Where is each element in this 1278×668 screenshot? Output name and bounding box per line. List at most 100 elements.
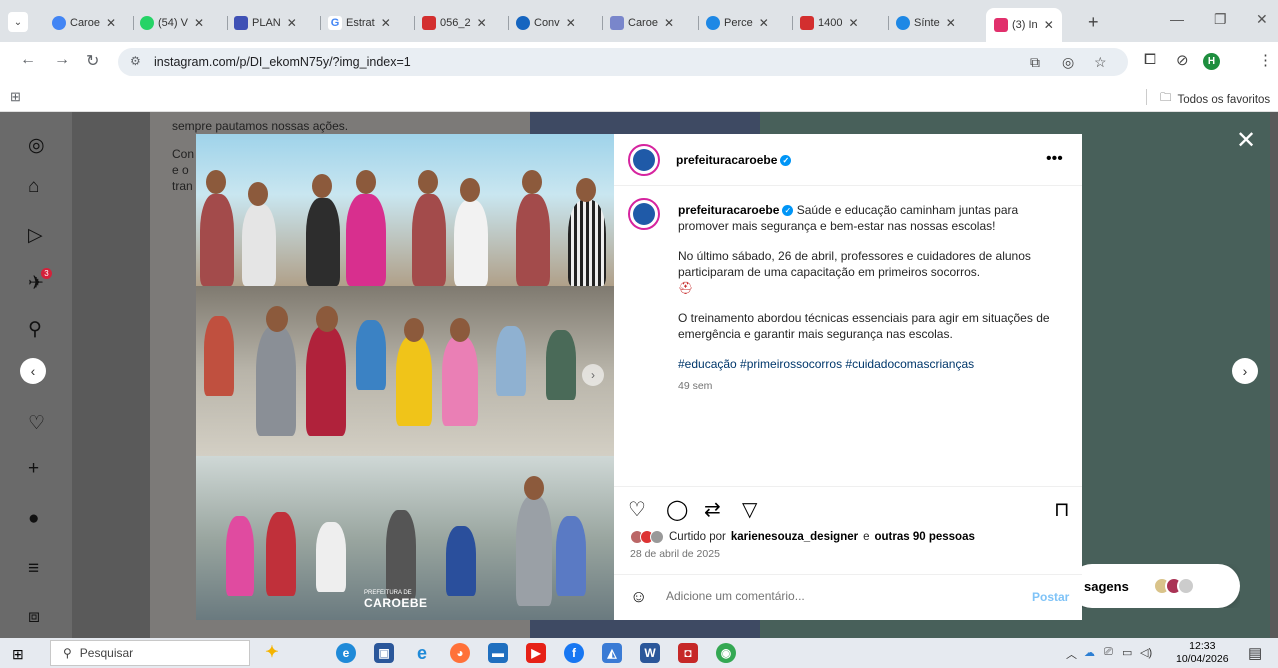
media-icon[interactable]: ▣ xyxy=(374,643,394,663)
close-tab-icon[interactable]: ✕ xyxy=(1044,18,1054,32)
eye-off-icon[interactable]: ◎ xyxy=(1062,54,1074,71)
mcafee-icon[interactable]: ◘ xyxy=(678,643,698,663)
chrome-icon[interactable]: ◉ xyxy=(716,643,736,663)
star-icon[interactable]: ☆ xyxy=(1094,54,1107,71)
taskbar-search-placeholder: Pesquisar xyxy=(79,646,134,660)
liker-avatars xyxy=(630,530,664,544)
address-bar[interactable]: ⚙ instagram.com/p/DI_ekomN75y/?img_index… xyxy=(118,48,1128,76)
close-modal-icon[interactable]: ✕ xyxy=(1236,126,1256,155)
create-icon[interactable]: + xyxy=(28,458,39,480)
tab-4[interactable]: G Estrat ✕ xyxy=(328,12,391,34)
battery-icon[interactable]: ▭ xyxy=(1122,646,1132,659)
caption-avatar[interactable] xyxy=(628,198,660,230)
share-icon[interactable]: ▽ xyxy=(742,497,757,522)
word-icon[interactable]: W xyxy=(640,643,660,663)
emoji-icon[interactable]: ☺ xyxy=(630,587,647,607)
volume-icon[interactable]: ◁) xyxy=(1140,646,1152,659)
post-comment-button[interactable]: Postar xyxy=(1032,590,1069,604)
firefox-icon[interactable]: ◕ xyxy=(450,643,470,663)
tab-6[interactable]: Conv ✕ xyxy=(516,12,576,34)
caption-username[interactable]: prefeituracaroebe xyxy=(678,203,779,217)
comment-input[interactable] xyxy=(666,589,996,603)
like-icon[interactable]: ♡ xyxy=(628,497,646,522)
profile-avatar[interactable]: H xyxy=(1203,53,1220,70)
tab-9[interactable]: 1400 ✕ xyxy=(800,12,859,34)
caption-paragraph-3: O treinamento abordou técnicas essenciai… xyxy=(678,311,1050,341)
url-text[interactable]: instagram.com/p/DI_ekomN75y/?img_index=1 xyxy=(154,55,411,69)
site-info-icon[interactable]: ⚙ xyxy=(130,54,141,68)
hashtags[interactable]: #educação #primeirossocorros #cuidadocom… xyxy=(678,356,1058,372)
instagram-logo-icon[interactable]: ◎ xyxy=(28,134,45,157)
minimize-icon[interactable]: — xyxy=(1170,11,1184,27)
post-header: prefeituracaroebe ✓ ••• xyxy=(614,134,1082,186)
reels-icon[interactable]: ▷ xyxy=(28,224,43,247)
tab-7[interactable]: Caroe ✕ xyxy=(610,12,674,34)
internet-explorer-icon[interactable]: e xyxy=(412,643,432,663)
close-tab-icon[interactable]: ✕ xyxy=(477,16,487,30)
author-username[interactable]: prefeituracaroebe ✓ xyxy=(676,153,792,167)
tab-3[interactable]: PLAN ✕ xyxy=(234,12,297,34)
facebook-icon[interactable]: f xyxy=(564,643,584,663)
tab-2[interactable]: (54) V ✕ xyxy=(140,12,204,34)
tab-8[interactable]: Perce ✕ xyxy=(706,12,769,34)
more-menu-icon[interactable]: ≡ xyxy=(28,558,39,580)
extensions-icon[interactable]: ⧠ xyxy=(1144,51,1156,68)
repost-icon[interactable]: ⇄ xyxy=(704,497,721,522)
close-tab-icon[interactable]: ✕ xyxy=(848,16,858,30)
close-tab-icon[interactable]: ✕ xyxy=(106,16,116,30)
edge-icon[interactable]: e xyxy=(336,643,356,663)
link-icon[interactable]: ⊘ xyxy=(1176,51,1189,69)
close-window-icon[interactable]: ✕ xyxy=(1256,11,1268,28)
youtube-icon[interactable]: ▶ xyxy=(526,643,546,663)
install-app-icon[interactable]: ⧉ xyxy=(1030,54,1040,71)
likes-summary[interactable]: Curtido por karienesouza_designer e outr… xyxy=(630,530,975,544)
photo-next-button[interactable]: › xyxy=(582,364,604,386)
gallery-icon[interactable]: ◭ xyxy=(602,643,622,663)
close-tab-icon[interactable]: ✕ xyxy=(287,16,297,30)
likes-others[interactable]: outras 90 pessoas xyxy=(875,531,975,543)
apps-grid-icon[interactable]: ⊞ xyxy=(10,89,21,105)
search-icon[interactable]: ⚲ xyxy=(28,318,42,341)
tab-search-icon[interactable]: ⌄ xyxy=(8,12,28,32)
tab-10[interactable]: Sínte ✕ xyxy=(896,12,956,34)
previous-post-button[interactable]: ‹ xyxy=(20,358,46,384)
tab-1[interactable]: Caroe ✕ xyxy=(52,12,116,34)
close-tab-icon[interactable]: ✕ xyxy=(194,16,204,30)
close-tab-icon[interactable]: ✕ xyxy=(566,16,576,30)
more-options-icon[interactable]: ••• xyxy=(1046,150,1063,168)
author-avatar[interactable] xyxy=(628,144,660,176)
file-explorer-icon[interactable]: ▬ xyxy=(488,643,508,663)
save-icon[interactable]: ⊓ xyxy=(1054,497,1070,522)
menu-icon[interactable]: ⋮ xyxy=(1258,51,1273,69)
messages-button[interactable]: sagens xyxy=(1082,564,1240,608)
close-tab-icon[interactable]: ✕ xyxy=(946,16,956,30)
copilot-sparkle-icon[interactable]: ✦ xyxy=(262,643,282,663)
tray-expand-icon[interactable]: ︿ xyxy=(1066,646,1077,662)
also-from-meta-icon[interactable]: ⧈ xyxy=(28,606,40,628)
profile-icon[interactable]: ● xyxy=(28,508,39,530)
all-bookmarks[interactable]: 🗀 Todos os favoritos xyxy=(1160,90,1270,109)
network-icon[interactable]: ⎚ xyxy=(1104,646,1113,659)
tab-instagram-active[interactable]: (3) In ✕ xyxy=(986,8,1062,42)
tab-favicon-icon xyxy=(52,16,66,30)
restore-icon[interactable]: ❐ xyxy=(1214,11,1227,28)
next-post-button[interactable]: › xyxy=(1232,358,1258,384)
comment-icon[interactable]: ◯ xyxy=(666,497,688,522)
reload-icon[interactable]: ↻ xyxy=(86,51,99,71)
forward-icon[interactable]: → xyxy=(54,51,70,69)
taskbar-clock[interactable]: 12:33 10/04/2026 xyxy=(1176,640,1229,666)
windows-start-icon[interactable]: ⊞ xyxy=(12,646,24,663)
taskbar-search[interactable]: ⚲ Pesquisar xyxy=(50,640,250,666)
close-tab-icon[interactable]: ✕ xyxy=(664,16,674,30)
close-tab-icon[interactable]: ✕ xyxy=(381,16,391,30)
home-icon[interactable]: ⌂ xyxy=(28,176,39,198)
onedrive-icon[interactable]: ☁ xyxy=(1084,646,1095,659)
close-tab-icon[interactable]: ✕ xyxy=(759,16,769,30)
liker-username[interactable]: karienesouza_designer xyxy=(731,531,858,543)
notification-center-icon[interactable]: ▤ xyxy=(1248,644,1262,662)
back-icon[interactable]: ← xyxy=(20,51,36,69)
tab-5[interactable]: 056_2 ✕ xyxy=(422,12,487,34)
new-tab-button[interactable]: + xyxy=(1088,12,1099,33)
search-icon: ⚲ xyxy=(63,646,72,660)
heart-icon[interactable]: ♡ xyxy=(28,412,45,435)
